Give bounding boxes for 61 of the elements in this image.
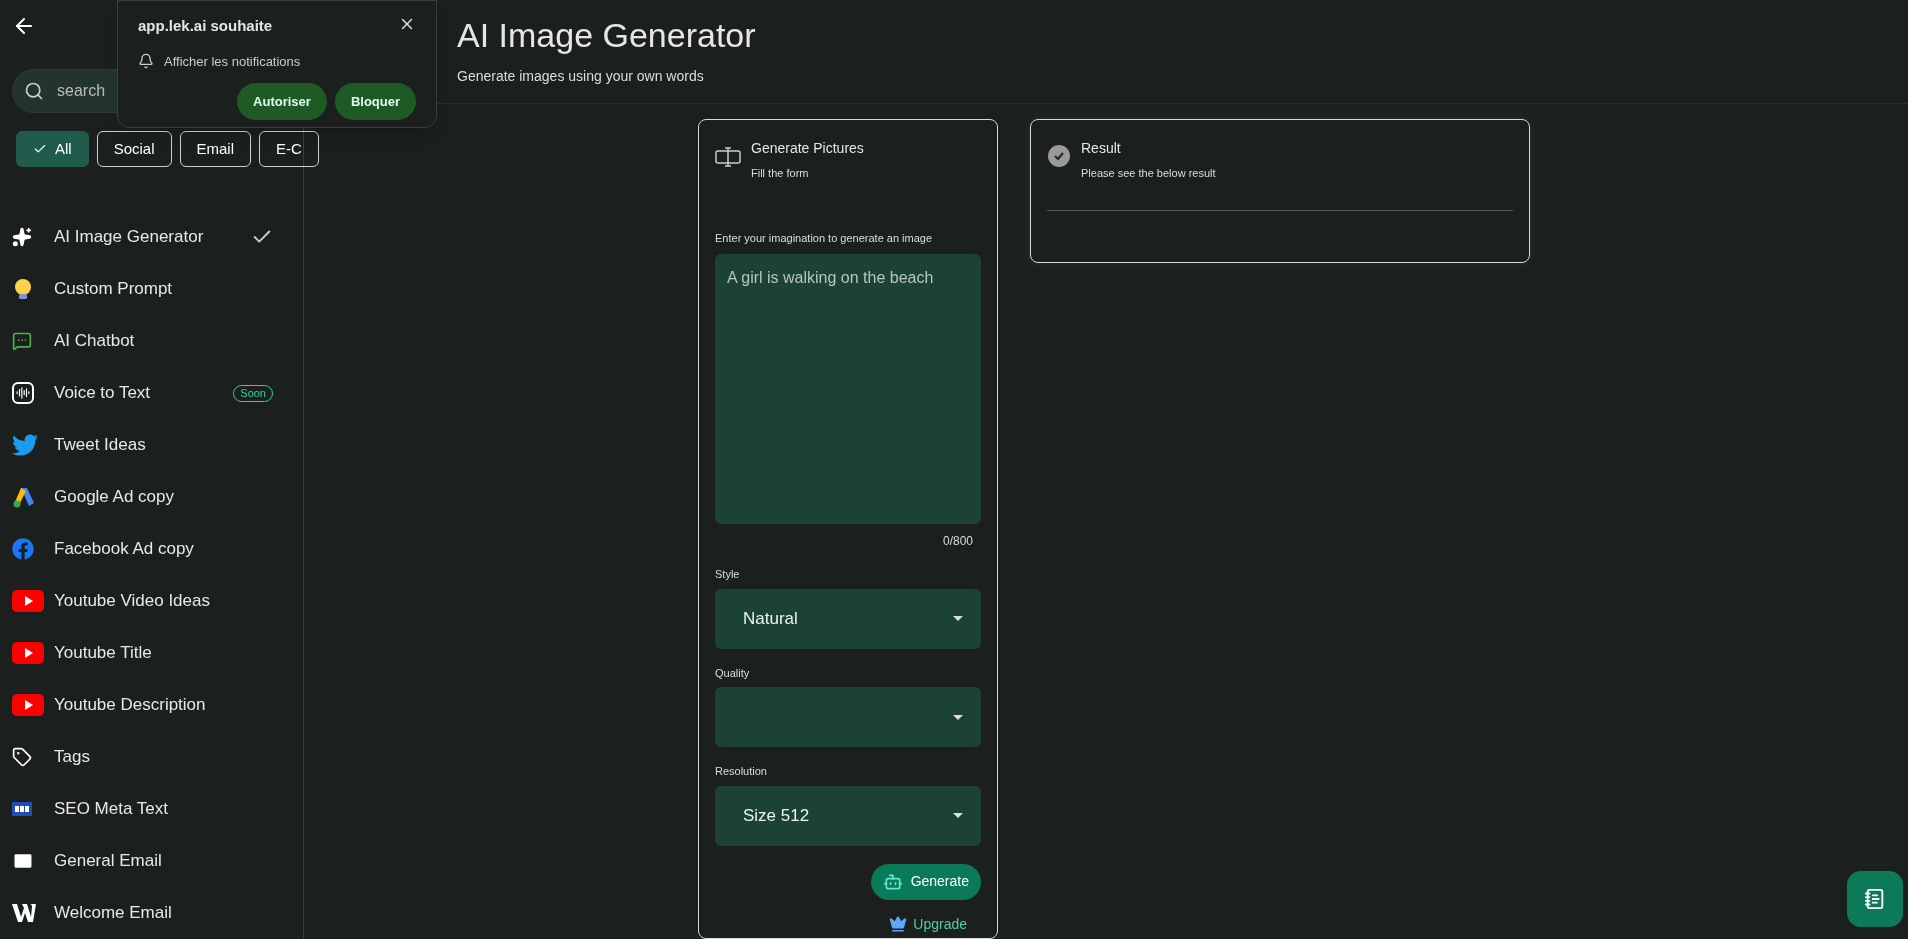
caret-icon [953,813,963,818]
sidebar-item[interactable]: Facebook Ad copy [0,523,303,575]
w-logo-icon [12,903,36,923]
popup-button[interactable]: Bloquer [334,83,416,120]
dropdown[interactable]: Size 512 [715,785,981,846]
filter-chip[interactable]: Social [96,131,172,167]
character-counter: 0/800 [942,533,973,550]
prompt-field[interactable]: A girl is walking on the beach [715,254,981,524]
sidebar-item[interactable]: Voice to Text Soon [0,367,303,419]
search-icon [24,81,44,101]
notes-button[interactable] [1847,871,1903,927]
lightbulb-icon [12,277,34,301]
crown-icon [889,915,908,933]
dropdown[interactable]: Natural [715,588,981,649]
card-subtitle: Please see the below result [1081,166,1216,181]
play-icon [12,694,44,716]
sidebar-item[interactable]: Youtube Description [0,679,303,731]
card-title: Generate Pictures [751,139,864,158]
sidebar-item[interactable]: Tags [0,731,303,783]
bell-icon [138,53,154,70]
popup-title: app.lek.ai souhaite [138,16,273,36]
upgrade-link[interactable]: Upgrade [889,913,967,935]
sidebar-item[interactable]: Welcome Email [0,887,303,939]
generate-button[interactable]: Generate [870,863,981,900]
caret-icon [953,616,963,621]
badge-icon [12,802,32,816]
check-icon [33,142,47,156]
check-badge-icon [1047,144,1071,168]
play-icon [12,642,44,664]
caret-icon [953,714,963,720]
popup-button[interactable]: Autoriser [237,83,327,120]
field-label: Enter your imagination to generate an image [715,230,934,246]
tag-icon [12,747,32,767]
play-icon [12,590,44,612]
chat-bubble-icon [12,331,32,351]
sound-wave-icon [12,382,34,404]
page-subtitle: Generate images using your own words [457,67,705,86]
sidebar-item[interactable]: Youtube Title [0,627,303,679]
sidebar-item[interactable]: General Email [0,835,303,887]
triangle-logo-icon [12,486,36,508]
facebook-icon [12,538,34,560]
field-label: Style [715,567,741,582]
sidebar-item[interactable]: Google Ad copy [0,471,303,523]
page-title: AI Image Generator [457,15,757,56]
sidebar-item[interactable]: Tweet Ideas [0,419,303,471]
bird-icon [12,432,38,458]
sidebar-item[interactable]: Custom Prompt [0,263,303,315]
notepad-icon [1864,888,1886,910]
filter-chip[interactable]: All [16,131,89,167]
sidebar-item[interactable]: Youtube Video Ideas [0,575,303,627]
sidebar-item[interactable]: AI Chatbot [0,315,303,367]
field-label: Quality [715,665,751,681]
popup-message: Afficher les notifications [164,52,301,71]
sparkle-icon [12,227,32,247]
filter-chip[interactable]: E-C [259,131,319,167]
card-title: Result [1081,139,1122,158]
card-subtitle: Fill the form [751,166,810,181]
field-label: Resolution [715,764,768,779]
filter-chip[interactable]: Email [179,131,252,167]
cursor-box-icon [715,146,741,168]
sidebar-item[interactable]: SEO Meta Text [0,783,303,835]
